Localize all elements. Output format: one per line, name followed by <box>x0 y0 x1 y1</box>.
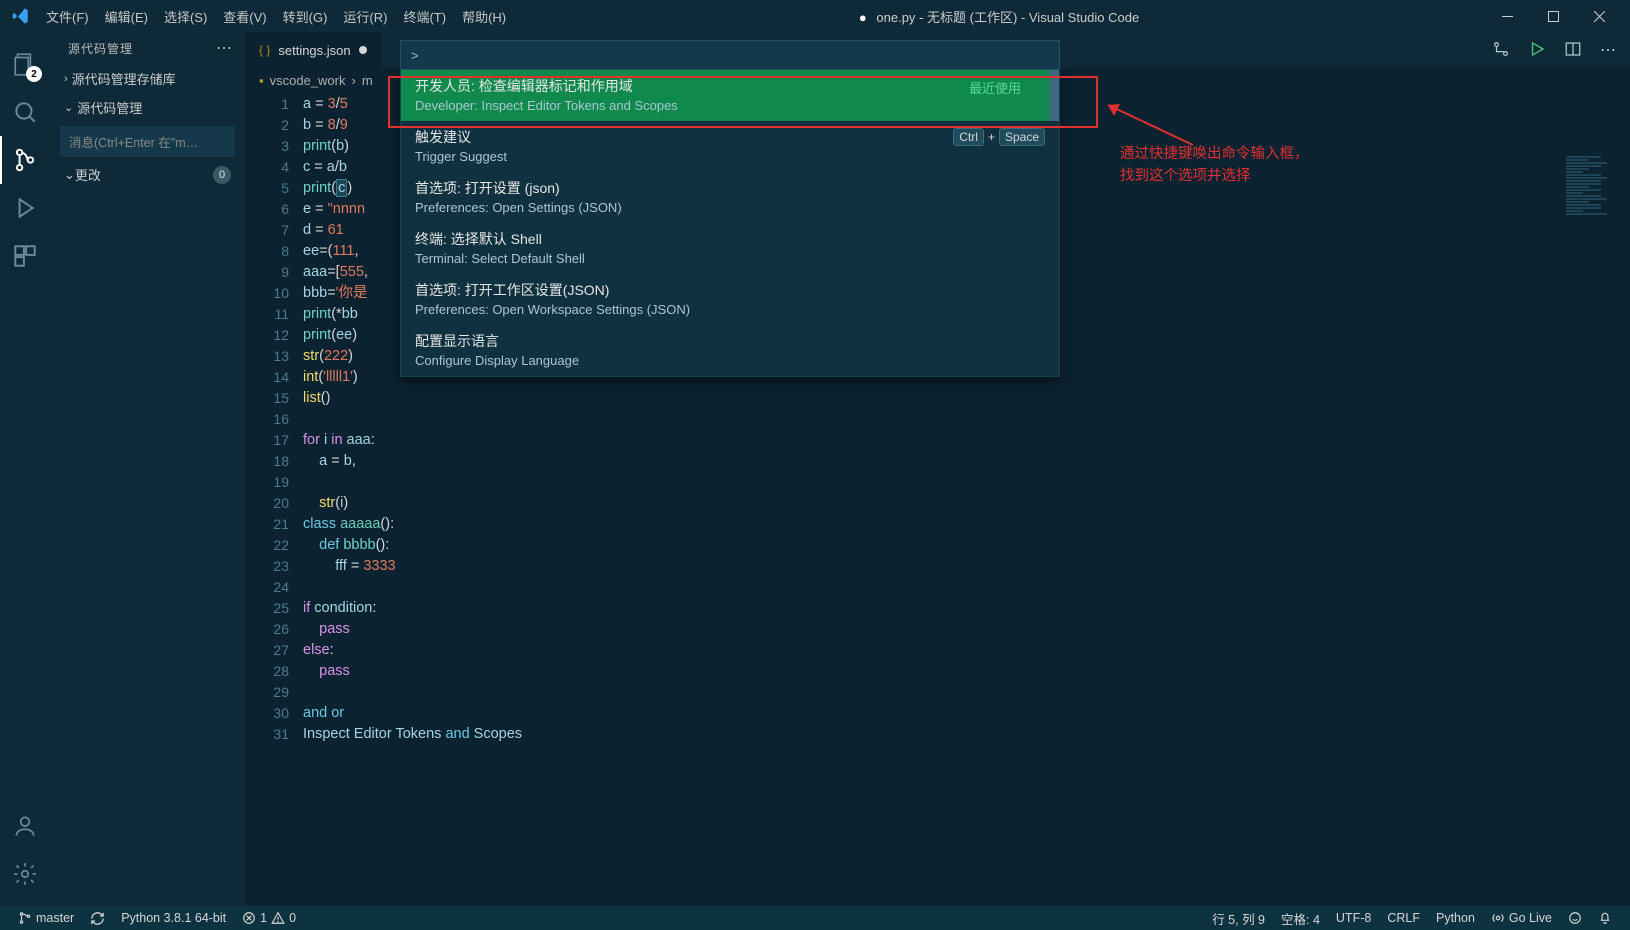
palette-item[interactable]: 触发建议Trigger SuggestCtrl+Space <box>401 121 1059 172</box>
palette-item[interactable]: 首选项: 打开工作区设置(JSON)Preferences: Open Work… <box>401 274 1059 325</box>
menu-item[interactable]: 帮助(H) <box>454 7 514 26</box>
run-icon[interactable] <box>1528 40 1546 60</box>
status-notifications[interactable] <box>1590 909 1620 928</box>
status-golive[interactable]: Go Live <box>1483 909 1560 928</box>
command-palette-input[interactable] <box>400 40 1060 70</box>
scm-changes-row[interactable]: ⌄更改 0 <box>50 161 245 188</box>
status-python[interactable]: Python 3.8.1 64-bit <box>113 911 234 925</box>
scm-message-input[interactable]: 消息(Ctrl+Enter 在"m… <box>60 126 235 157</box>
menu-item[interactable]: 选择(S) <box>156 7 215 26</box>
folder-icon: ▪ <box>259 73 264 88</box>
command-palette: 开发人员: 检查编辑器标记和作用域Developer: Inspect Edit… <box>400 40 1060 377</box>
sidebar-header: 源代码管理 ⋯ <box>50 32 245 64</box>
activity-bar: 2 <box>0 32 50 906</box>
activity-settings[interactable] <box>0 850 50 898</box>
activity-debug[interactable] <box>0 184 50 232</box>
changes-count-badge: 0 <box>213 166 231 184</box>
title-filename: one.py <box>876 10 915 25</box>
status-feedback[interactable] <box>1560 909 1590 928</box>
activity-scm[interactable] <box>0 136 50 184</box>
split-editor-icon[interactable] <box>1564 40 1582 60</box>
sidebar-title: 源代码管理 <box>68 40 133 57</box>
dirty-indicator-icon: ● <box>859 10 867 25</box>
compare-changes-icon[interactable] <box>1492 40 1510 60</box>
more-actions-icon[interactable]: ⋯ <box>1600 40 1616 60</box>
window-title: ● one.py - 无标题 (工作区) - Visual Studio Cod… <box>514 7 1484 26</box>
menu-item[interactable]: 运行(R) <box>335 7 395 26</box>
activity-extensions[interactable] <box>0 232 50 280</box>
status-problems[interactable]: 1 0 <box>234 911 304 925</box>
status-language[interactable]: Python <box>1428 909 1483 928</box>
status-encoding[interactable]: UTF-8 <box>1328 909 1379 928</box>
activity-explorer[interactable]: 2 <box>0 40 50 88</box>
palette-item[interactable]: 终端: 选择默认 ShellTerminal: Select Default S… <box>401 223 1059 274</box>
maximize-button[interactable] <box>1530 0 1576 32</box>
palette-item[interactable]: 开发人员: 检查编辑器标记和作用域Developer: Inspect Edit… <box>401 70 1059 121</box>
annotation-text: 通过快捷键唤出命令输入框， 找到这个选项并选择 <box>1120 143 1309 187</box>
status-branch[interactable]: master <box>10 911 82 925</box>
json-file-icon: { } <box>259 43 270 57</box>
vscode-logo-icon <box>12 7 30 25</box>
palette-item[interactable]: 首选项: 打开设置 (json)Preferences: Open Settin… <box>401 172 1059 223</box>
line-numbers: 1234567891011121314151617181920212223242… <box>245 92 303 906</box>
palette-item[interactable]: 配置显示语言Configure Display Language <box>401 325 1059 376</box>
window-controls <box>1484 0 1622 32</box>
title-workspace: 无标题 (工作区) <box>927 10 1017 25</box>
command-palette-list: 开发人员: 检查编辑器标记和作用域Developer: Inspect Edit… <box>400 70 1060 377</box>
status-spaces[interactable]: 空格: 4 <box>1273 909 1328 928</box>
sidebar: 源代码管理 ⋯ › 源代码管理存储库 ⌄ 源代码管理 消息(Ctrl+Enter… <box>50 32 245 906</box>
menu-item[interactable]: 终端(T) <box>395 7 454 26</box>
status-sync[interactable] <box>82 911 113 926</box>
chevron-right-icon: › <box>64 73 68 85</box>
chevron-down-icon: ⌄ <box>64 167 75 183</box>
menu-item[interactable]: 查看(V) <box>215 7 274 26</box>
tab-label: settings.json <box>278 43 350 58</box>
activity-search[interactable] <box>0 88 50 136</box>
menu-item[interactable]: 编辑(E) <box>97 7 156 26</box>
menu-bar: 文件(F)编辑(E)选择(S)查看(V)转到(G)运行(R)终端(T)帮助(H) <box>38 7 514 26</box>
minimap[interactable] <box>1560 152 1630 452</box>
menu-item[interactable]: 转到(G) <box>275 7 336 26</box>
status-eol[interactable]: CRLF <box>1379 909 1428 928</box>
dirty-dot-icon <box>359 46 367 54</box>
close-button[interactable] <box>1576 0 1622 32</box>
explorer-badge: 2 <box>26 66 42 82</box>
titlebar: 文件(F)编辑(E)选择(S)查看(V)转到(G)运行(R)终端(T)帮助(H)… <box>0 0 1630 32</box>
tab-settings-json[interactable]: { } settings.json <box>245 32 382 68</box>
scm-repo-section[interactable]: › 源代码管理存储库 <box>50 64 245 93</box>
title-app: Visual Studio Code <box>1029 10 1139 25</box>
menu-item[interactable]: 文件(F) <box>38 7 97 26</box>
scm-main-section[interactable]: ⌄ 源代码管理 <box>50 93 245 122</box>
minimize-button[interactable] <box>1484 0 1530 32</box>
chevron-down-icon: ⌄ <box>64 101 73 114</box>
status-bar: master Python 3.8.1 64-bit 1 0 行 5, 列 9 … <box>0 906 1630 930</box>
sidebar-more-icon[interactable]: ⋯ <box>216 38 233 58</box>
activity-account[interactable] <box>0 802 50 850</box>
status-cursor[interactable]: 行 5, 列 9 <box>1204 909 1273 928</box>
